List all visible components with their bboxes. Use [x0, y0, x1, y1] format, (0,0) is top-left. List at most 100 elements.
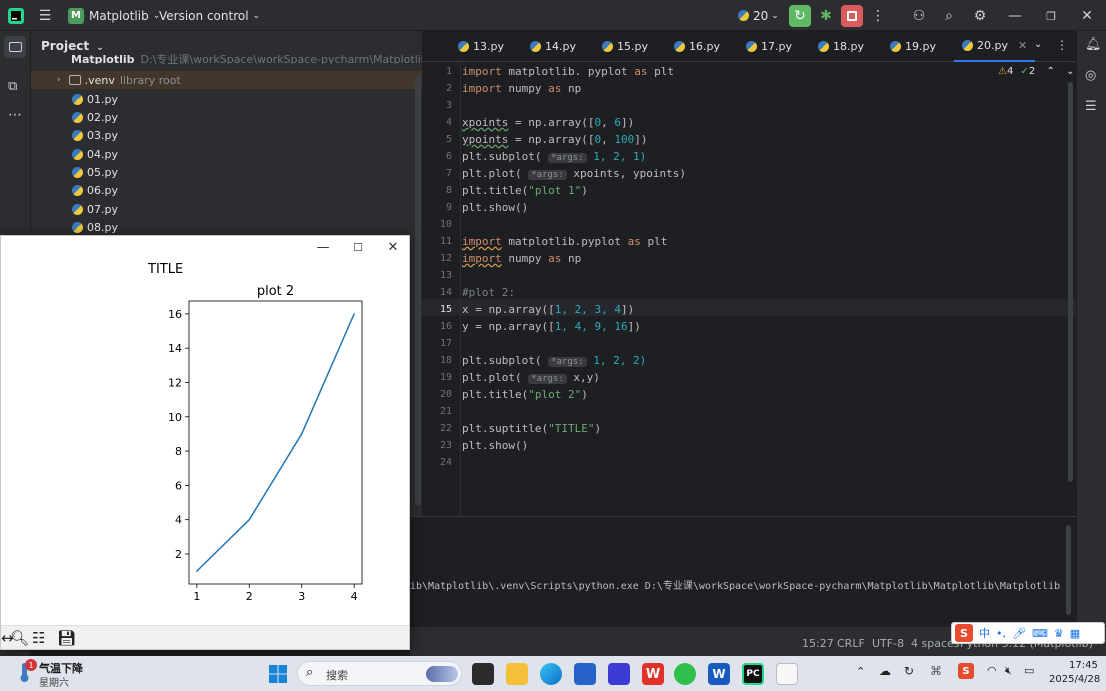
stop-button[interactable]	[841, 5, 863, 27]
tab-19[interactable]: 19.py	[890, 31, 936, 62]
microphone-icon[interactable]: 🎤︎	[1012, 627, 1026, 640]
ai-app-icon[interactable]	[608, 663, 630, 685]
tab-14[interactable]: 14.py	[530, 31, 576, 62]
ai-assistant-icon[interactable]: ◎	[1085, 68, 1096, 83]
tab-16[interactable]: 16.py	[674, 31, 720, 62]
show-hidden-icons[interactable]: ⌃	[856, 665, 865, 678]
configure-subplots-icon[interactable]: ☷	[32, 629, 45, 647]
python-interpreter-widget[interactable]: 20 ⌄	[738, 0, 779, 31]
tab-list-chevron-icon[interactable]: ⌄	[1034, 39, 1042, 50]
tab-17[interactable]: 17.py	[746, 31, 792, 62]
run-button[interactable]: ↻	[789, 5, 811, 27]
add-user-icon[interactable]: ⚇	[908, 5, 930, 27]
debug-icon[interactable]: ✱	[815, 5, 837, 27]
close-icon[interactable]: ✕	[378, 238, 408, 256]
tree-row-file[interactable]: 06.py	[31, 181, 422, 199]
search-icon: ⌕	[306, 665, 314, 680]
tree-row-file[interactable]: 08.py	[31, 218, 422, 236]
wps-office-icon[interactable]: W	[642, 663, 664, 685]
line-number: 1	[445, 66, 452, 77]
tab-15[interactable]: 15.py	[602, 31, 648, 62]
tree-row-file[interactable]: 02.py	[31, 108, 422, 126]
minimize-icon[interactable]: —	[308, 238, 338, 256]
wechat-icon[interactable]	[674, 663, 696, 685]
task-view-icon[interactable]	[472, 663, 494, 685]
line-separator[interactable]: CRLF	[837, 637, 865, 650]
code-line: import numpy as np	[462, 82, 582, 95]
edge-browser-icon[interactable]	[540, 663, 562, 685]
wifi-icon[interactable]: ◠	[987, 664, 997, 677]
save-figure-icon[interactable]: 💾︎	[57, 629, 76, 647]
x-tick-label: 4	[351, 590, 358, 603]
project-selector[interactable]: M Matplotlib ⌄	[68, 0, 160, 31]
tray-app-icon[interactable]: ⌘	[930, 664, 942, 678]
project-folder-icon[interactable]	[4, 36, 26, 58]
tree-row-venv[interactable]: › .venv library root	[31, 71, 422, 89]
tree-row-file[interactable]: 03.py	[31, 126, 422, 144]
chevron-up-icon[interactable]: ⌃	[1046, 66, 1054, 77]
sogou-tray-icon[interactable]: S	[958, 663, 974, 679]
volume-muted-icon[interactable]: 🔇︎	[1005, 664, 1012, 678]
notifications-icon[interactable]: 🔔︎	[1085, 37, 1102, 52]
pycharm-taskbar-icon[interactable]: PC	[742, 663, 764, 685]
close-tab-icon[interactable]: ✕	[1018, 39, 1027, 52]
project-name: Matplotlib	[89, 8, 149, 23]
caret-position[interactable]: 15:27	[802, 637, 834, 650]
file-explorer-icon[interactable]	[506, 663, 528, 685]
toolbox-icon[interactable]: ▦	[1070, 627, 1080, 640]
close-icon[interactable]: ✕	[1076, 5, 1098, 27]
python-file-icon	[674, 41, 685, 52]
ime-toolbar[interactable]: S 中 •, 🎤︎ ⌨ ♛ ▦	[951, 622, 1105, 644]
clock-date[interactable]: 2025/4/28	[1049, 674, 1100, 685]
tree-row-file[interactable]: 07.py	[31, 200, 422, 218]
clock-time[interactable]: 17:45	[1069, 660, 1098, 671]
skin-icon[interactable]: ♛	[1054, 627, 1064, 640]
punctuation-icon[interactable]: •,	[996, 627, 1006, 640]
maximize-icon[interactable]: ☐	[343, 238, 373, 256]
inspection-widget[interactable]: ⚠4 ✓2 ⌃ ⌄	[998, 66, 1074, 77]
ime-mode-label[interactable]: 中	[979, 625, 990, 641]
structure-icon[interactable]: ⧉	[8, 79, 17, 94]
console-scrollbar[interactable]	[1066, 525, 1071, 615]
file-name: 03.py	[87, 128, 118, 142]
windows-start-icon[interactable]	[267, 663, 289, 685]
matplotlib-taskbar-icon[interactable]	[776, 663, 798, 685]
code-editor[interactable]: ⚠4 ✓2 ⌃ ⌄ 1 2 3 4 5 6 7 8 9 10 11 12 13 …	[422, 62, 1076, 516]
line-number: 13	[439, 270, 452, 281]
search-icon[interactable]: ⌕	[938, 5, 960, 27]
tab-label: 16.py	[689, 40, 720, 53]
minimize-icon[interactable]: —	[1004, 5, 1026, 27]
more-actions-icon[interactable]: ⋮	[867, 5, 889, 27]
tab-more-icon[interactable]: ⋮	[1056, 38, 1068, 52]
battery-icon[interactable]: ▭	[1024, 664, 1034, 677]
tab-13[interactable]: 13.py	[458, 31, 504, 62]
editor-scrollbar[interactable]	[1068, 82, 1073, 482]
settings-gear-icon[interactable]: ⚙	[969, 5, 991, 27]
tree-root-row[interactable]: Matplotlib D:\专业课\workSpace\workSpace-py…	[31, 54, 422, 64]
tree-row-file[interactable]: 04.py	[31, 145, 422, 163]
word-icon[interactable]: W	[708, 663, 730, 685]
onedrive-icon[interactable]: ☁	[879, 664, 891, 678]
keyboard-icon[interactable]: ⌨	[1032, 627, 1048, 640]
more-tools-icon[interactable]: ⋯	[8, 107, 22, 123]
code-line: xpoints = np.array([0, 6])	[462, 116, 635, 129]
file-encoding[interactable]: UTF-8	[872, 637, 904, 650]
restore-icon[interactable]: ❐	[1040, 5, 1062, 27]
tab-20-active[interactable]: 20.py ✕	[954, 31, 1036, 62]
zoom-magnifier-icon[interactable]: 🔍︎	[10, 629, 29, 647]
main-menu-icon[interactable]: ☰	[34, 5, 56, 27]
project-scrollbar[interactable]	[415, 76, 421, 506]
chevron-down-icon[interactable]: ⌄	[1066, 66, 1074, 77]
python-file-icon	[72, 166, 83, 178]
tab-18[interactable]: 18.py	[818, 31, 864, 62]
tree-row-file[interactable]: 05.py	[31, 163, 422, 181]
project-panel-header[interactable]: Project ⌄	[41, 39, 104, 53]
taskbar-search-box[interactable]: ⌕ 搜索	[297, 661, 462, 686]
tree-row-file[interactable]: 01.py	[31, 90, 422, 108]
microsoft-store-icon[interactable]	[574, 663, 596, 685]
code-line: plt.title("plot 1")	[462, 184, 588, 197]
database-icon[interactable]: ☰	[1085, 99, 1097, 114]
sync-icon[interactable]: ↻	[904, 664, 914, 678]
weather-icon[interactable]: 1	[15, 659, 37, 683]
version-control-menu[interactable]: Version control ⌄	[159, 0, 260, 31]
